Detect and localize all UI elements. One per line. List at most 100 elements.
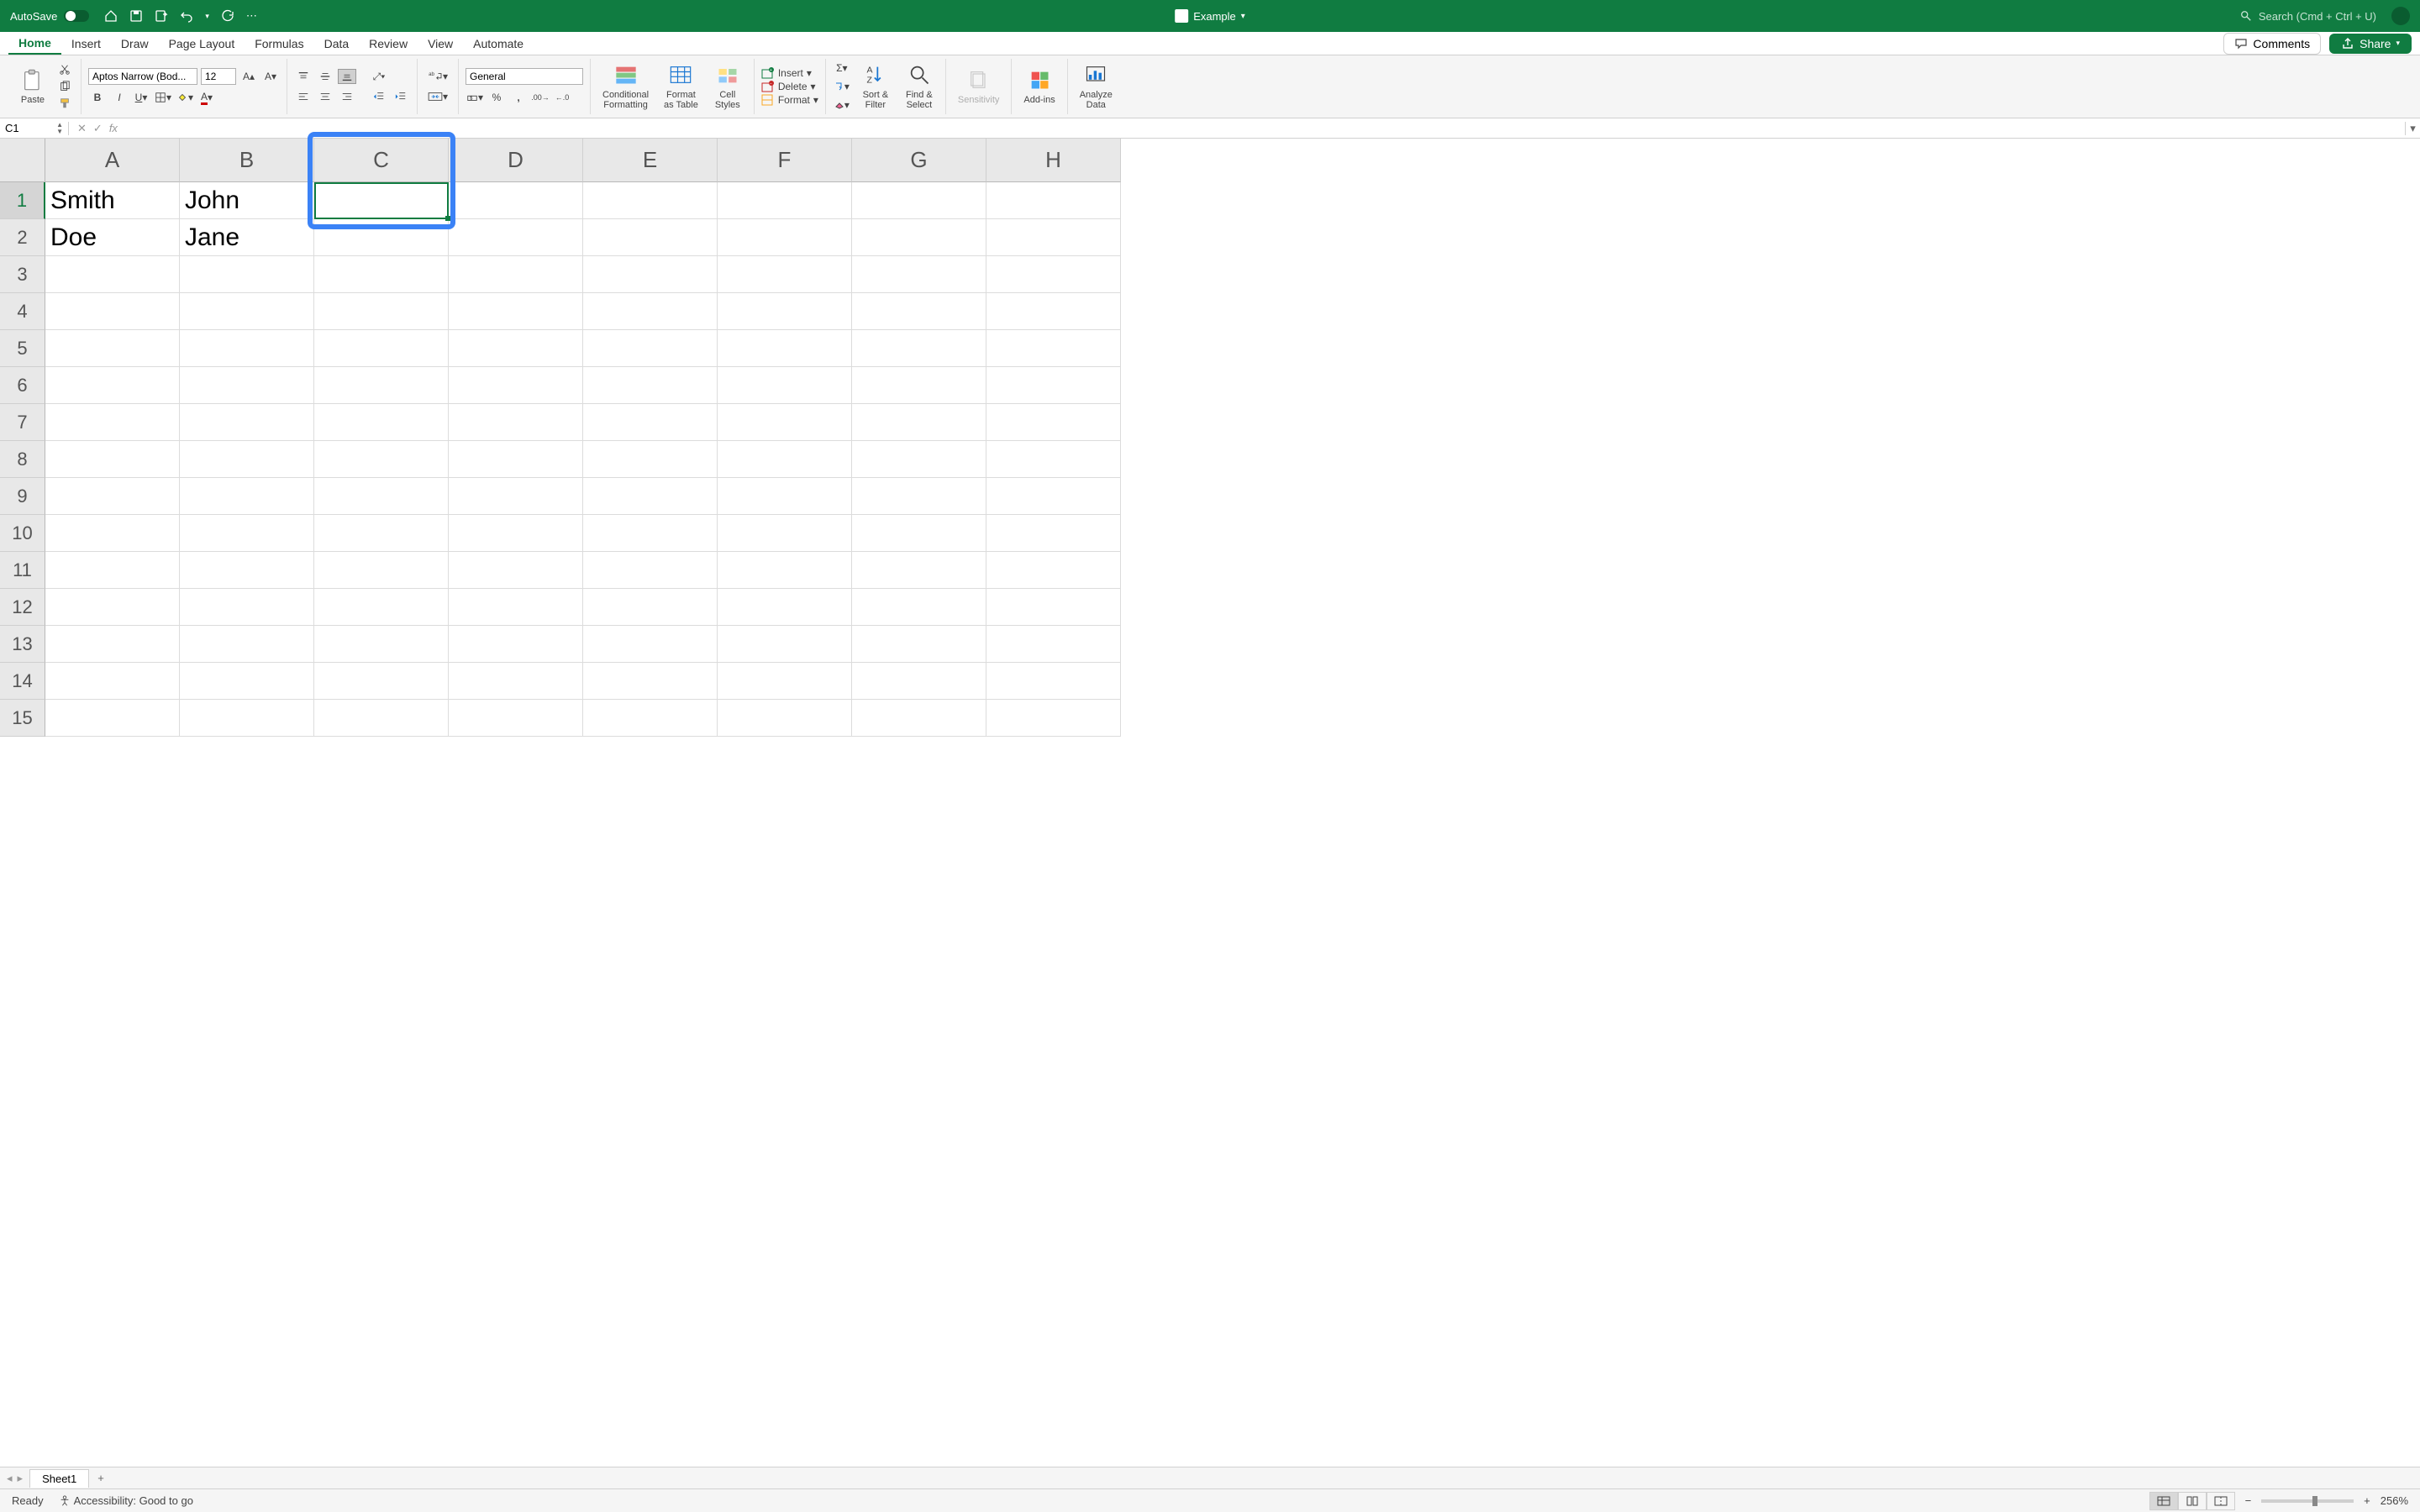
cell[interactable] xyxy=(718,589,852,626)
underline-button[interactable]: U▾ xyxy=(132,90,150,105)
cell[interactable] xyxy=(314,404,449,441)
cell[interactable] xyxy=(583,515,718,552)
decrease-decimal-icon[interactable]: ←.0 xyxy=(553,90,571,105)
align-right-icon[interactable] xyxy=(338,89,356,104)
cell[interactable] xyxy=(449,219,583,256)
increase-font-icon[interactable]: A▴ xyxy=(239,69,258,84)
zoom-level[interactable]: 256% xyxy=(2381,1494,2408,1507)
row-header[interactable]: 12 xyxy=(0,589,45,626)
cell[interactable] xyxy=(718,626,852,663)
tab-insert[interactable]: Insert xyxy=(61,34,111,54)
cell[interactable] xyxy=(583,367,718,404)
add-sheet-button[interactable]: + xyxy=(89,1472,113,1484)
sheet-next-icon[interactable]: ▸ xyxy=(18,1472,24,1485)
fill-icon[interactable]: ▾ xyxy=(833,79,851,94)
column-header[interactable]: E xyxy=(583,139,718,182)
cell[interactable] xyxy=(718,404,852,441)
cell[interactable] xyxy=(180,441,314,478)
align-center-icon[interactable] xyxy=(316,89,334,104)
column-header[interactable]: F xyxy=(718,139,852,182)
cell[interactable] xyxy=(180,589,314,626)
cell[interactable] xyxy=(718,293,852,330)
export-icon[interactable] xyxy=(155,9,168,23)
cell[interactable]: Doe xyxy=(45,219,180,256)
cell[interactable] xyxy=(852,663,986,700)
cell[interactable] xyxy=(180,293,314,330)
page-break-view-icon[interactable] xyxy=(2207,1492,2235,1510)
cell[interactable] xyxy=(45,515,180,552)
column-header[interactable]: H xyxy=(986,139,1121,182)
align-left-icon[interactable] xyxy=(294,89,313,104)
cell[interactable] xyxy=(583,293,718,330)
cell[interactable] xyxy=(449,700,583,737)
accessibility-status[interactable]: Accessibility: Good to go xyxy=(59,1494,193,1507)
cell[interactable]: Jane xyxy=(180,219,314,256)
cell[interactable] xyxy=(852,700,986,737)
number-format-select[interactable] xyxy=(466,68,583,85)
orientation-icon[interactable]: ⤢▾ xyxy=(370,69,388,84)
zoom-in-button[interactable]: + xyxy=(2364,1494,2370,1507)
cell[interactable] xyxy=(180,515,314,552)
home-icon[interactable] xyxy=(104,9,118,23)
cell[interactable] xyxy=(45,256,180,293)
redo-icon[interactable] xyxy=(221,9,234,23)
cell[interactable] xyxy=(986,478,1121,515)
cell[interactable] xyxy=(180,626,314,663)
cell[interactable] xyxy=(718,219,852,256)
align-middle-icon[interactable] xyxy=(316,69,334,84)
accounting-icon[interactable]: $▾ xyxy=(466,90,484,105)
cell[interactable] xyxy=(583,552,718,589)
cell[interactable] xyxy=(45,626,180,663)
cell[interactable] xyxy=(449,552,583,589)
column-header[interactable]: A xyxy=(45,139,180,182)
cancel-formula-icon[interactable]: ✕ xyxy=(77,122,87,135)
cell[interactable] xyxy=(449,589,583,626)
cell[interactable] xyxy=(986,700,1121,737)
bold-button[interactable]: B xyxy=(88,90,107,105)
cell[interactable] xyxy=(852,367,986,404)
clear-icon[interactable]: ▾ xyxy=(833,97,851,113)
search-box[interactable]: Search (Cmd + Ctrl + U) xyxy=(2240,10,2376,23)
sort-filter-button[interactable]: AZ Sort & Filter xyxy=(856,61,895,112)
tab-home[interactable]: Home xyxy=(8,33,61,55)
cell[interactable] xyxy=(986,626,1121,663)
increase-decimal-icon[interactable]: .00→ xyxy=(531,90,550,105)
toggle-switch-icon[interactable] xyxy=(64,10,89,22)
enter-formula-icon[interactable]: ✓ xyxy=(93,122,103,135)
cell[interactable] xyxy=(180,552,314,589)
cell[interactable] xyxy=(986,182,1121,219)
format-cells-button[interactable]: Format ▾ xyxy=(761,94,818,106)
zoom-slider[interactable] xyxy=(2261,1499,2354,1503)
comments-button[interactable]: Comments xyxy=(2223,33,2321,55)
row-header[interactable]: 9 xyxy=(0,478,45,515)
cell[interactable] xyxy=(852,478,986,515)
select-all-corner[interactable] xyxy=(0,139,45,182)
column-header[interactable]: B xyxy=(180,139,314,182)
cut-icon[interactable] xyxy=(55,62,74,77)
cell[interactable] xyxy=(986,441,1121,478)
format-as-table-button[interactable]: Format as Table xyxy=(659,61,703,112)
cell[interactable] xyxy=(314,700,449,737)
name-box-stepper-icon[interactable]: ▲▼ xyxy=(56,122,63,135)
row-header[interactable]: 4 xyxy=(0,293,45,330)
column-header[interactable]: C xyxy=(314,139,449,182)
cell[interactable] xyxy=(852,293,986,330)
font-name-select[interactable] xyxy=(88,68,197,85)
paste-button[interactable]: Paste xyxy=(13,66,52,107)
cell[interactable] xyxy=(718,478,852,515)
cell[interactable] xyxy=(314,293,449,330)
cell[interactable] xyxy=(986,293,1121,330)
cell[interactable] xyxy=(718,182,852,219)
cell[interactable]: Smith xyxy=(45,182,180,219)
cell[interactable] xyxy=(583,663,718,700)
cell[interactable]: John xyxy=(180,182,314,219)
sheet-tab[interactable]: Sheet1 xyxy=(29,1469,89,1488)
cell[interactable] xyxy=(314,552,449,589)
cell[interactable] xyxy=(45,663,180,700)
delete-cells-button[interactable]: −Delete ▾ xyxy=(761,81,818,92)
wrap-text-icon[interactable]: ab▾ xyxy=(424,69,451,84)
zoom-out-button[interactable]: − xyxy=(2245,1494,2252,1507)
tab-page-layout[interactable]: Page Layout xyxy=(159,34,245,54)
percent-icon[interactable]: % xyxy=(487,90,506,105)
cell[interactable] xyxy=(314,626,449,663)
